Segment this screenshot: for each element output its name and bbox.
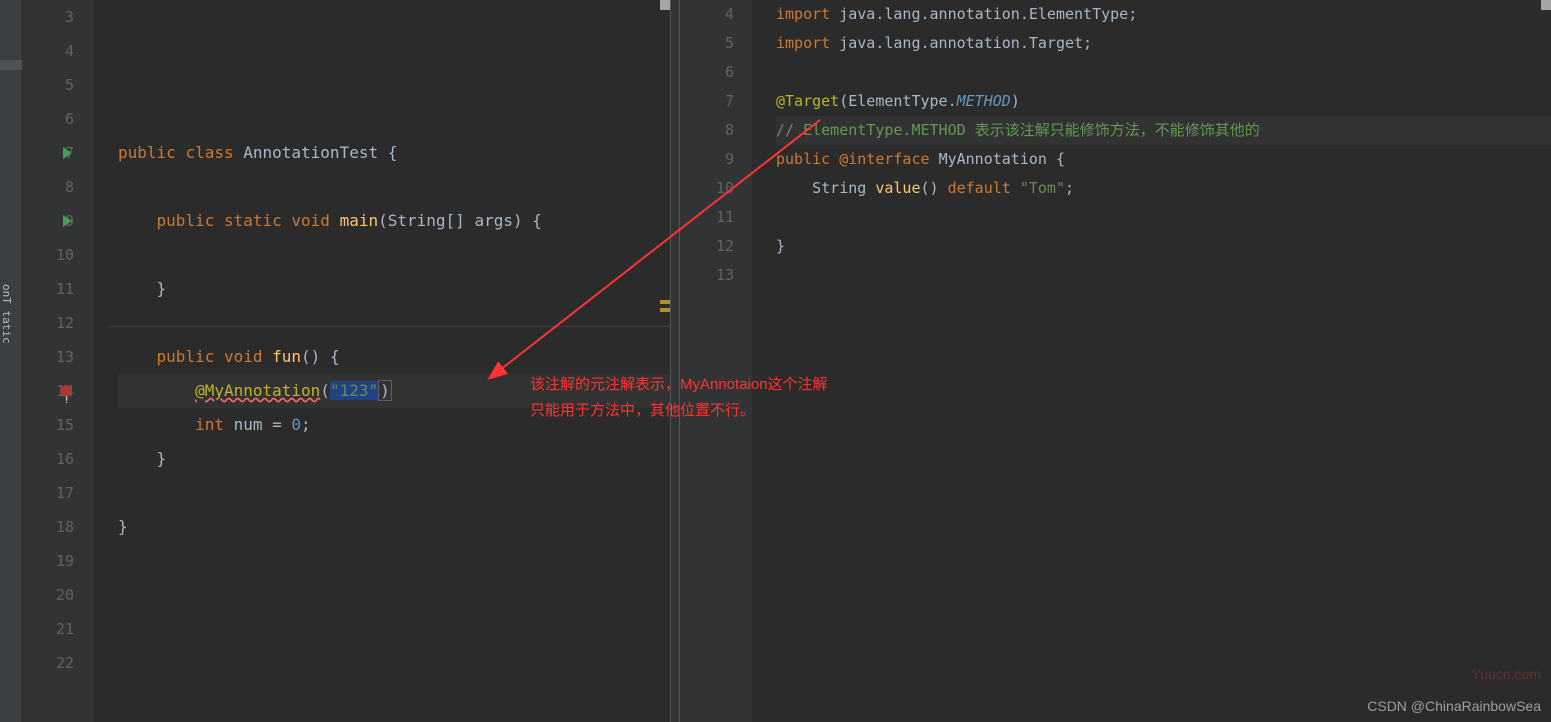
- line-number[interactable]: 14: [22, 374, 74, 408]
- left-tool-window-tabs[interactable]: onT tatic: [0, 0, 22, 722]
- left-editor-pane[interactable]: 345678910111213141516171819202122 public…: [22, 0, 670, 722]
- line-number[interactable]: 6: [22, 102, 74, 136]
- code-content-right[interactable]: import java.lang.annotation.ElementType;…: [766, 0, 1551, 722]
- line-number[interactable]: 12: [22, 306, 74, 340]
- code-line[interactable]: // ElementType.METHOD 表示该注解只能修饰方法，不能修饰其他…: [776, 116, 1551, 145]
- code-line[interactable]: int num = 0;: [118, 408, 670, 442]
- line-number[interactable]: 20: [22, 578, 74, 612]
- line-number[interactable]: 4: [22, 34, 74, 68]
- code-line[interactable]: [118, 476, 670, 510]
- code-line[interactable]: public @interface MyAnnotation {: [776, 145, 1551, 174]
- line-number[interactable]: 5: [22, 68, 74, 102]
- line-number[interactable]: 10: [22, 238, 74, 272]
- code-line[interactable]: public class AnnotationTest {: [118, 136, 670, 170]
- error-icon[interactable]: [60, 385, 72, 397]
- code-line[interactable]: [118, 0, 670, 34]
- line-number[interactable]: 19: [22, 544, 74, 578]
- code-line[interactable]: [776, 58, 1551, 87]
- fold-gutter-left[interactable]: [94, 0, 108, 722]
- gutter-right[interactable]: 45678910111213: [680, 0, 752, 722]
- code-line[interactable]: [118, 306, 670, 340]
- line-number[interactable]: 10: [680, 174, 734, 203]
- line-number[interactable]: 9: [680, 145, 734, 174]
- right-editor-pane[interactable]: 45678910111213 import java.lang.annotati…: [680, 0, 1551, 722]
- code-line[interactable]: String value() default "Tom";: [776, 174, 1551, 203]
- line-number[interactable]: 17: [22, 476, 74, 510]
- code-line[interactable]: import java.lang.annotation.ElementType;: [776, 0, 1551, 29]
- line-number[interactable]: 3: [22, 0, 74, 34]
- line-number[interactable]: 9: [22, 204, 74, 238]
- error-stripe-right[interactable]: [1541, 0, 1551, 722]
- line-number[interactable]: 18: [22, 510, 74, 544]
- code-line[interactable]: @Target(ElementType.METHOD): [776, 87, 1551, 116]
- code-line[interactable]: [776, 261, 1551, 290]
- code-line[interactable]: @MyAnnotation("123"): [118, 374, 670, 408]
- error-stripe-left[interactable]: [660, 0, 670, 722]
- code-line[interactable]: [776, 203, 1551, 232]
- code-line[interactable]: [118, 34, 670, 68]
- line-number[interactable]: 12: [680, 232, 734, 261]
- code-area-right[interactable]: 45678910111213 import java.lang.annotati…: [680, 0, 1551, 722]
- run-icon[interactable]: [63, 215, 72, 227]
- scroll-top-marker: [660, 0, 670, 10]
- scroll-top-marker: [1541, 0, 1551, 10]
- gutter-left[interactable]: 345678910111213141516171819202122: [22, 0, 94, 722]
- line-number[interactable]: 15: [22, 408, 74, 442]
- editor-container: onT tatic 345678910111213141516171819202…: [0, 0, 1551, 722]
- code-line[interactable]: [118, 646, 670, 680]
- tab-label[interactable]: onT tatic: [0, 280, 22, 348]
- watermark-yuucn: Yuucn.com: [1472, 666, 1541, 682]
- line-number[interactable]: 8: [22, 170, 74, 204]
- code-line[interactable]: public static void main(String[] args) {: [118, 204, 670, 238]
- line-number[interactable]: 11: [22, 272, 74, 306]
- line-number[interactable]: 4: [680, 0, 734, 29]
- line-number[interactable]: 7: [680, 87, 734, 116]
- code-line[interactable]: }: [776, 232, 1551, 261]
- code-line[interactable]: import java.lang.annotation.Target;: [776, 29, 1551, 58]
- line-number[interactable]: 5: [680, 29, 734, 58]
- code-line[interactable]: }: [118, 272, 670, 306]
- code-line[interactable]: [118, 102, 670, 136]
- run-icon[interactable]: [63, 147, 72, 159]
- scroll-warning-marker[interactable]: [660, 300, 670, 304]
- code-area-left[interactable]: 345678910111213141516171819202122 public…: [22, 0, 670, 722]
- split-divider[interactable]: [670, 0, 680, 722]
- code-line[interactable]: [118, 544, 670, 578]
- code-line[interactable]: [118, 68, 670, 102]
- watermark-csdn: CSDN @ChinaRainbowSea: [1367, 698, 1541, 714]
- code-line[interactable]: }: [118, 442, 670, 476]
- tab-marker: [0, 60, 22, 70]
- scroll-warning-marker[interactable]: [660, 308, 670, 312]
- line-number[interactable]: 13: [22, 340, 74, 374]
- line-number[interactable]: 22: [22, 646, 74, 680]
- code-line[interactable]: public void fun() {: [118, 340, 670, 374]
- line-number[interactable]: 6: [680, 58, 734, 87]
- code-line[interactable]: [118, 612, 670, 646]
- fold-gutter-right[interactable]: [752, 0, 766, 722]
- code-line[interactable]: [118, 578, 670, 612]
- line-number[interactable]: 11: [680, 203, 734, 232]
- code-line[interactable]: [118, 238, 670, 272]
- line-number[interactable]: 7: [22, 136, 74, 170]
- line-number[interactable]: 8: [680, 116, 734, 145]
- line-number[interactable]: 13: [680, 261, 734, 290]
- code-content-left[interactable]: public class AnnotationTest { public sta…: [108, 0, 670, 722]
- code-line[interactable]: [118, 170, 670, 204]
- line-number[interactable]: 21: [22, 612, 74, 646]
- line-number[interactable]: 16: [22, 442, 74, 476]
- code-line[interactable]: }: [118, 510, 670, 544]
